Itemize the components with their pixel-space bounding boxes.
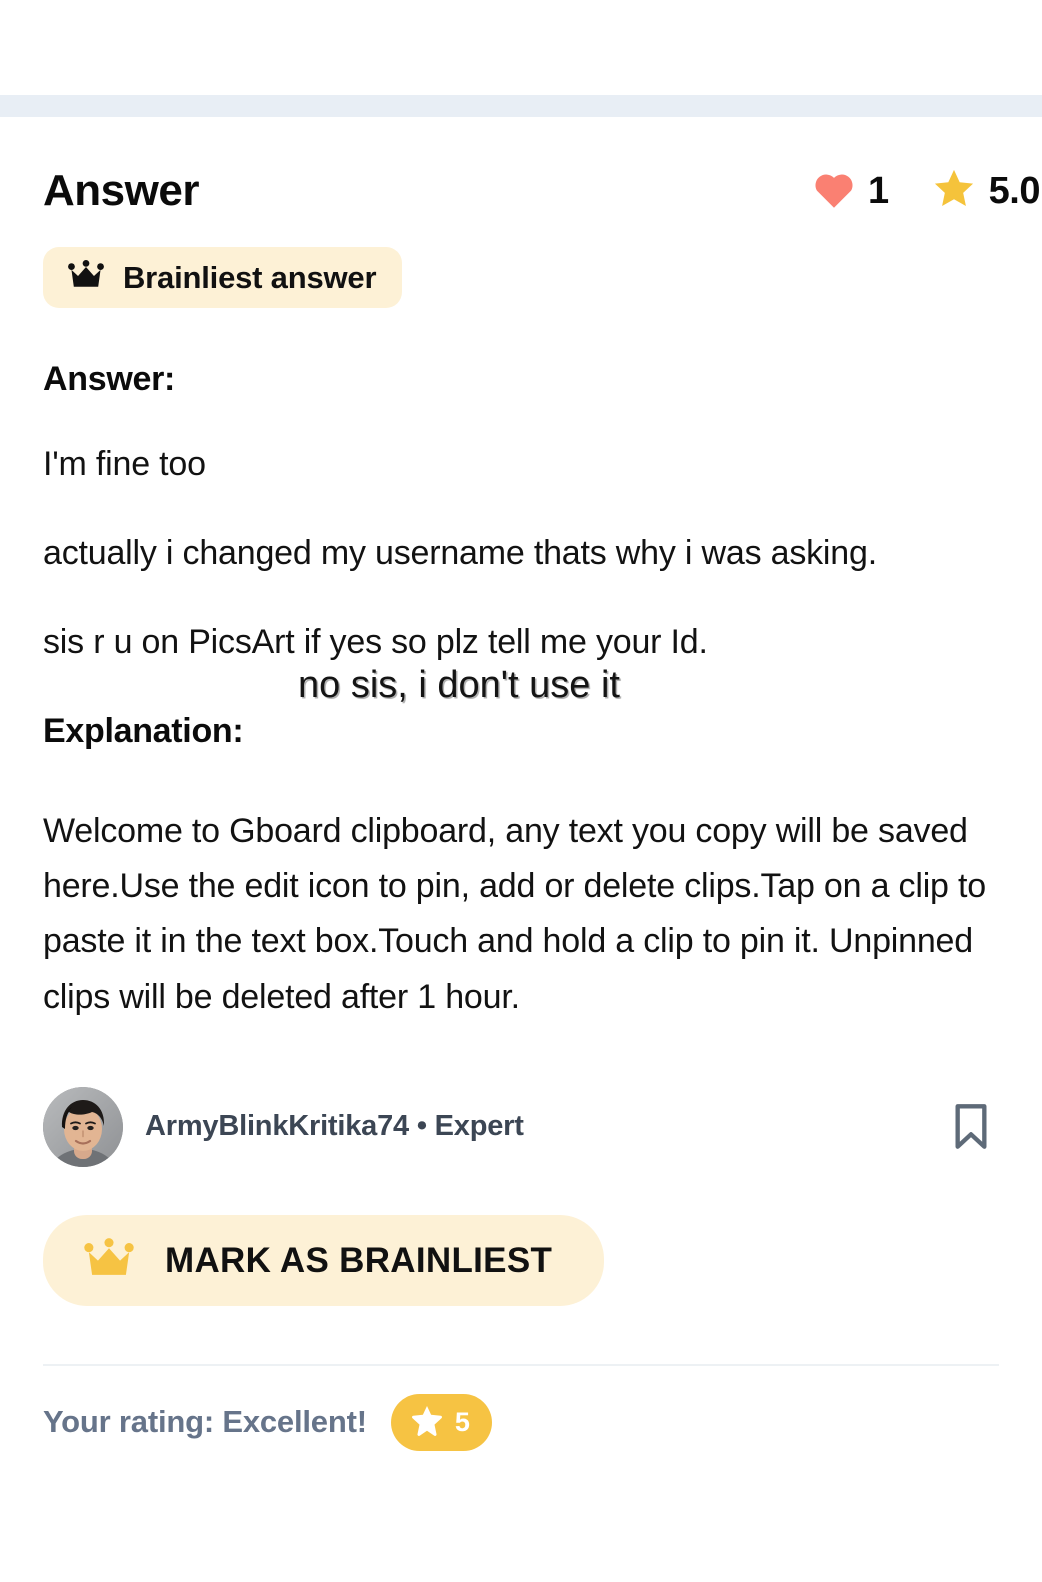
avatar[interactable] (43, 1086, 123, 1167)
brainliest-badge-label: Brainliest answer (123, 260, 377, 295)
overlay-note-text: no sis, i don't use it (298, 664, 620, 707)
answer-header: Answer 1 5.0 (43, 165, 1041, 217)
your-rating-label: Your rating: Excellent! (43, 1404, 367, 1440)
explanation-heading: Explanation: (43, 712, 244, 751)
heart-icon (812, 169, 856, 214)
mark-as-brainliest-label: MARK AS BRAINLIEST (165, 1240, 553, 1280)
mark-as-brainliest-button[interactable]: MARK AS BRAINLIEST (43, 1214, 605, 1306)
rating-score: 5.0 (988, 170, 1041, 212)
answer-heading: Answer: (43, 360, 176, 398)
answer-paragraph-1: I'm fine too (43, 445, 206, 484)
star-icon (931, 167, 977, 216)
page-title: Answer (43, 166, 199, 215)
top-spacer (0, 0, 1042, 95)
likes-count: 1 (868, 170, 889, 212)
rating-stat: 5.0 (931, 167, 1041, 216)
answer-paragraph-3: sis r u on PicsArt if yes so plz tell me… (43, 623, 708, 662)
explanation-body: Welcome to Gboard clipboard, any text yo… (43, 812, 986, 1016)
star-icon (409, 1403, 445, 1442)
brainliest-answer-badge: Brainliest answer (43, 247, 403, 308)
rating-divider (43, 1363, 999, 1366)
crown-icon (83, 1237, 135, 1284)
answer-paragraph-2: actually i changed my username thats why… (43, 534, 877, 573)
author-row: ArmyBlinkKritika74 • Expert (43, 1086, 999, 1167)
answer-card: Answer 1 5.0 Brainliest answer Answer: I… (0, 117, 1042, 1451)
status-band (0, 95, 1042, 117)
explanation-heading-row: Explanation: no sis, i don't use it (43, 664, 999, 762)
rating-value: 5 (454, 1406, 470, 1437)
likes-stat: 1 (812, 169, 889, 214)
your-rating-row: Your rating: Excellent! 5 (43, 1393, 999, 1451)
bookmark-icon[interactable] (951, 1101, 991, 1153)
author-name[interactable]: ArmyBlinkKritika74 • Expert (145, 1110, 524, 1143)
crown-icon (67, 260, 105, 295)
answer-stats: 1 5.0 (812, 167, 1041, 216)
answer-page: Answer 1 5.0 Brainliest answer Answer: I… (0, 0, 1042, 1582)
rating-value-pill[interactable]: 5 (390, 1393, 492, 1451)
